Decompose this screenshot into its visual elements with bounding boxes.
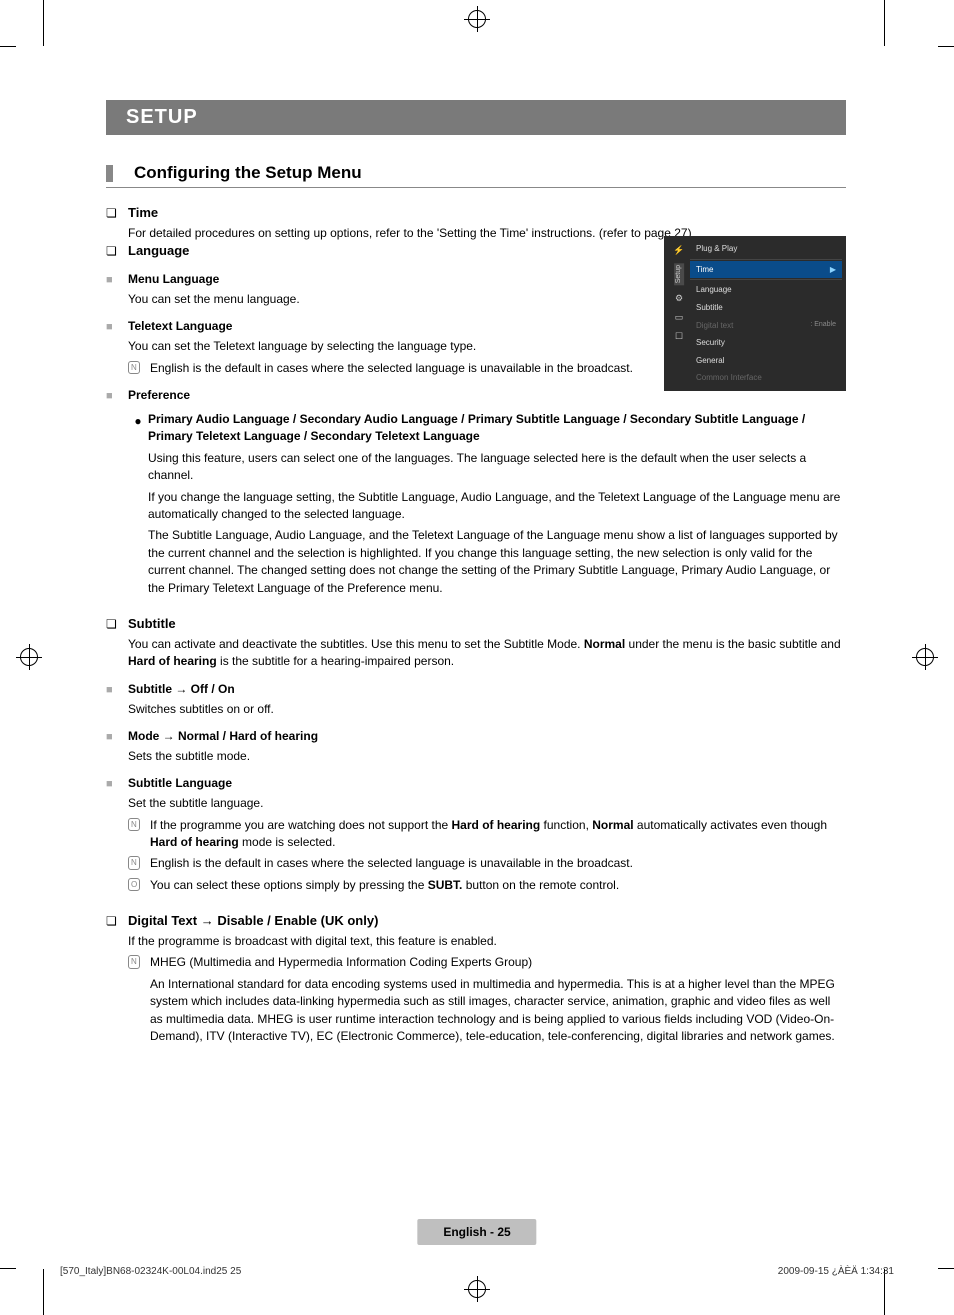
mheg-head: MHEG (Multimedia and Hypermedia Informat…: [150, 954, 846, 971]
preference-p3: The Subtitle Language, Audio Language, a…: [148, 527, 846, 597]
support-icon: ☐: [675, 330, 683, 343]
crop-mark: [938, 46, 954, 47]
preference-bullet: ● Primary Audio Language / Secondary Aud…: [128, 411, 846, 597]
osd-item-security: Security: [690, 334, 842, 352]
osd-item-label: Digital text: [696, 321, 733, 330]
page-number-pill: English - 25: [417, 1219, 536, 1245]
square-icon: ■: [106, 775, 128, 793]
subtitle-note-3-text: You can select these options simply by p…: [150, 877, 619, 894]
osd-item-plug-play: Plug & Play: [690, 240, 842, 258]
digital-text-body: If the programme is broadcast with digit…: [128, 933, 846, 950]
teletext-note-text: English is the default in cases where th…: [150, 360, 633, 377]
section-digital-text: ❏ Digital Text → Disable / Enable (UK on…: [106, 912, 846, 931]
subtitle-mode-heading: Mode → Normal / Hard of hearing: [128, 728, 318, 745]
crop-mark: [938, 1268, 954, 1269]
square-icon: ■: [106, 728, 128, 746]
registration-mark-right: [916, 648, 934, 666]
registration-mark-bottom: [468, 1280, 486, 1298]
subtitle-language-heading: Subtitle Language: [128, 775, 232, 792]
osd-item-common-interface: Common Interface: [690, 369, 842, 387]
subsection-subtitle-mode: ■ Mode → Normal / Hard of hearing: [106, 728, 846, 746]
subtitle-offon-body: Switches subtitles on or off.: [128, 701, 846, 718]
osd-item-label: Time: [696, 264, 713, 276]
osd-item-general: General: [690, 352, 842, 370]
crop-mark: [43, 1269, 44, 1315]
mheg-body: An International standard for data encod…: [150, 976, 846, 1046]
square-icon: ■: [106, 318, 128, 336]
input-icon: ▭: [675, 311, 684, 324]
subtitle-note-2: N English is the default in cases where …: [128, 855, 846, 872]
preference-heading: Preference: [128, 387, 190, 404]
preference-bullet-head: Primary Audio Language / Secondary Audio…: [148, 411, 846, 446]
q-icon: ❏: [106, 912, 128, 930]
footer-right: 2009-09-15 ¿ÀÈÄ 1:34:31: [778, 1266, 894, 1277]
subtitle-heading: Subtitle: [128, 615, 176, 634]
digital-text-mheg: N MHEG (Multimedia and Hypermedia Inform…: [128, 954, 846, 1045]
subtitle-intro: You can activate and deactivate the subt…: [128, 636, 846, 671]
page-content: SETUP Configuring the Setup Menu ❏ Time …: [106, 100, 846, 1045]
subtitle-intro-a: You can activate and deactivate the subt…: [128, 637, 584, 651]
section-subtitle: ❏ Subtitle: [106, 615, 846, 634]
square-icon: ■: [106, 387, 128, 405]
subsection-subtitle-offon: ■ Subtitle → Off / On: [106, 681, 846, 699]
preference-p1: Using this feature, users can select one…: [148, 450, 846, 485]
crop-mark: [0, 1268, 16, 1269]
crop-mark: [0, 46, 16, 47]
subtitle-intro-c: under the menu is the basic subtitle and: [625, 637, 840, 651]
section-time: ❏ Time: [106, 204, 846, 223]
osd-item-subtitle: Subtitle: [690, 299, 842, 317]
footer-left: [570_Italy]BN68-02324K-00L04.ind25 25: [60, 1266, 241, 1277]
q-icon: ❏: [106, 242, 128, 260]
registration-mark-top: [468, 10, 486, 28]
subtitle-note-2-text: English is the default in cases where th…: [150, 855, 633, 872]
preference-p2: If you change the language setting, the …: [148, 489, 846, 524]
crop-mark: [43, 0, 44, 46]
section-heading: Configuring the Setup Menu: [106, 163, 846, 188]
square-icon: ■: [106, 271, 128, 289]
body-area: ❏ Time For detailed procedures on settin…: [106, 204, 846, 1045]
osd-sidebar: ⚡ Setup ⚙ ▭ ☐: [668, 240, 690, 387]
note-icon: N: [128, 360, 150, 376]
subtitle-note-1-text: If the programme you are watching does n…: [150, 817, 846, 852]
osd-setup-menu: ⚡ Setup ⚙ ▭ ☐ Plug & Play Time ▶ Languag…: [664, 236, 846, 391]
digital-text-mheg-content: MHEG (Multimedia and Hypermedia Informat…: [150, 954, 846, 1045]
subtitle-language-body: Set the subtitle language.: [128, 795, 846, 812]
square-icon: ■: [106, 681, 128, 699]
subtitle-note-1: N If the programme you are watching does…: [128, 817, 846, 852]
time-heading: Time: [128, 204, 158, 223]
osd-side-label: Setup: [674, 263, 684, 285]
osd-item-time-selected: Time ▶: [690, 261, 842, 279]
registration-mark-left: [20, 648, 38, 666]
subtitle-intro-b: Normal: [584, 637, 625, 651]
subtitle-mode-body: Sets the subtitle mode.: [128, 748, 846, 765]
note-icon: N: [128, 855, 150, 871]
subsection-subtitle-language: ■ Subtitle Language: [106, 775, 846, 793]
note-icon: N: [128, 954, 150, 970]
osd-main: Plug & Play Time ▶ Language Subtitle Dig…: [690, 240, 842, 387]
q-icon: ❏: [106, 204, 128, 222]
preference-bullet-content: Primary Audio Language / Secondary Audio…: [148, 411, 846, 597]
subtitle-intro-d: Hard of hearing: [128, 654, 217, 668]
crop-mark: [884, 0, 885, 46]
osd-item-value: : Enable: [810, 320, 836, 330]
subtitle-offon-heading: Subtitle → Off / On: [128, 681, 235, 698]
language-heading: Language: [128, 242, 189, 261]
osd-item-digital-text: Digital text : Enable: [690, 317, 842, 335]
subtitle-intro-e: is the subtitle for a hearing-impaired p…: [217, 654, 454, 668]
digital-text-heading: Digital Text → Disable / Enable (UK only…: [128, 912, 378, 931]
subtitle-note-3: O You can select these options simply by…: [128, 877, 846, 894]
osd-item-language: Language: [690, 281, 842, 299]
setup-title-bar: SETUP: [106, 100, 846, 135]
gear-icon: ⚙: [675, 292, 683, 305]
menu-language-heading: Menu Language: [128, 271, 219, 288]
bullet-icon: ●: [128, 411, 148, 430]
note-icon: N: [128, 817, 150, 833]
tool-icon: O: [128, 877, 150, 893]
q-icon: ❏: [106, 615, 128, 633]
plug-icon: ⚡: [673, 244, 684, 257]
teletext-language-heading: Teletext Language: [128, 318, 232, 335]
chevron-right-icon: ▶: [830, 264, 836, 276]
